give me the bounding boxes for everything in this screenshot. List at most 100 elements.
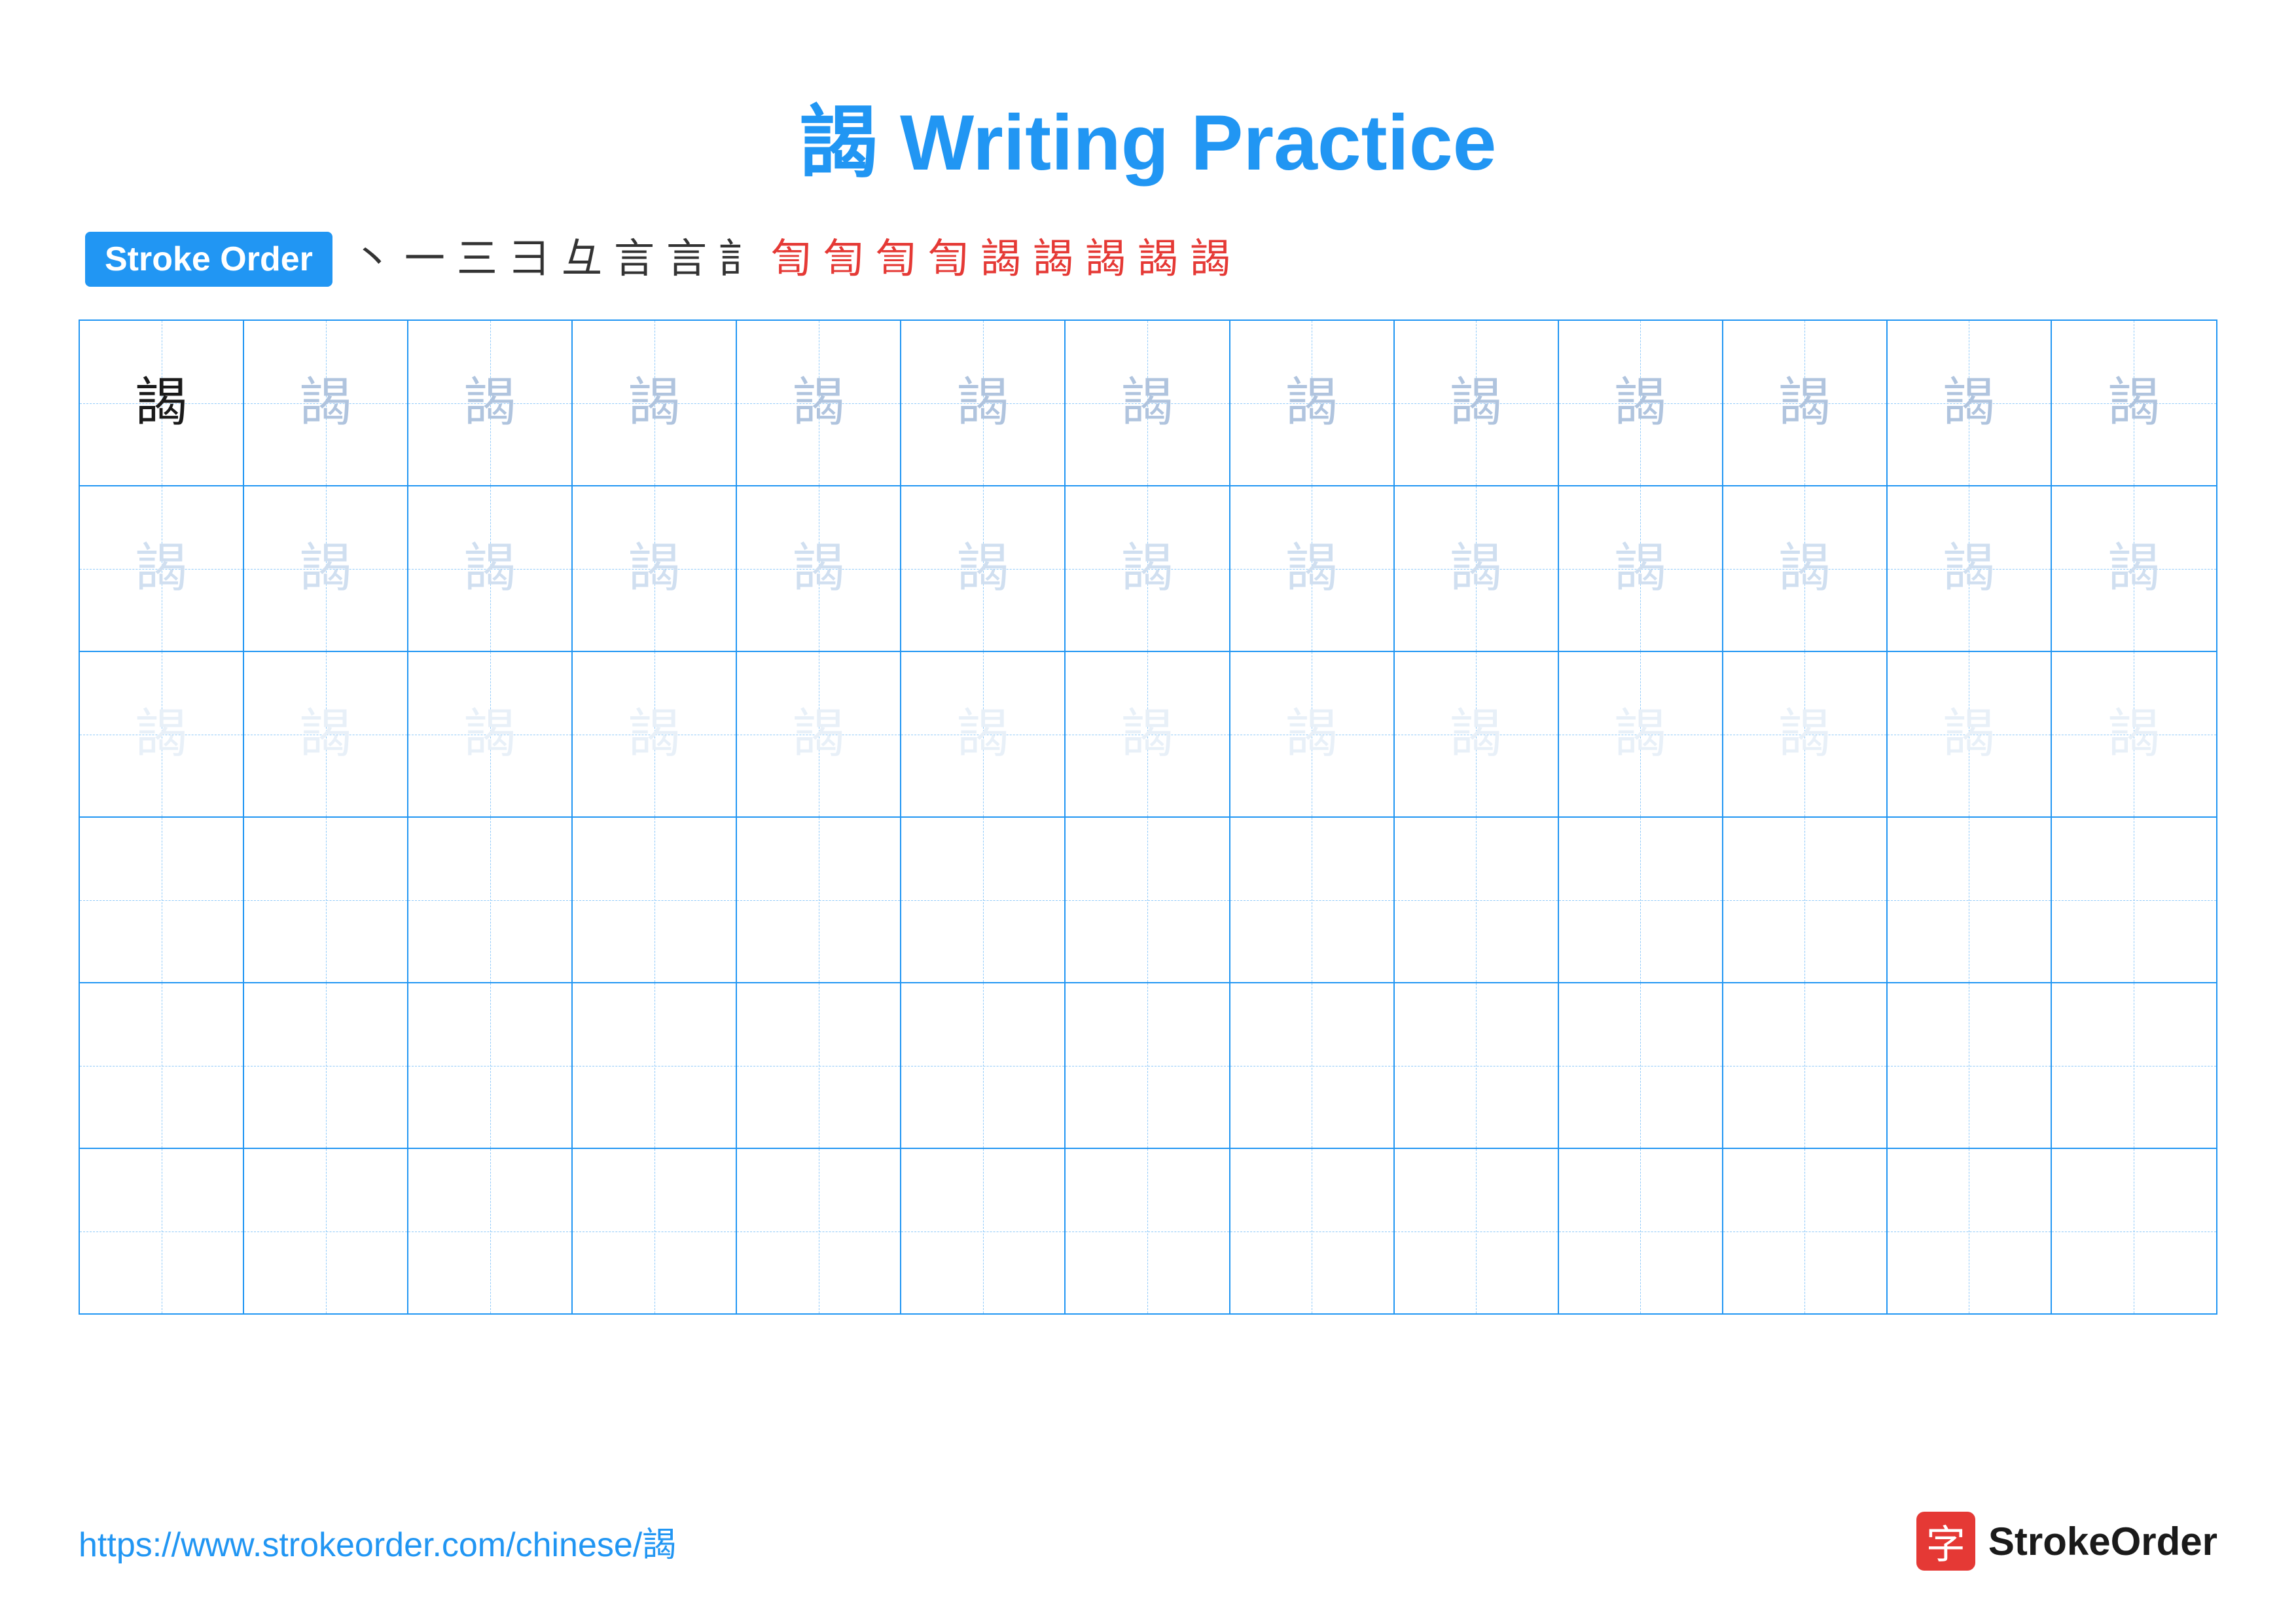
stroke-step-9: 訇 [771,239,812,280]
grid-cell-2-12[interactable]: 謁 [1888,486,2052,651]
page: 謁 Writing Practice Stroke Order 丶 一 三 彐 … [0,0,2296,1623]
grid-cell-2-2[interactable]: 謁 [244,486,408,651]
grid-cell-2-6[interactable]: 謁 [901,486,1066,651]
grid-cell-5-11[interactable] [1723,983,1888,1148]
grid-cell-4-3[interactable] [408,818,573,982]
char-display: 謁 [1285,543,1338,595]
char-display: 謁 [300,708,352,761]
grid-cell-3-2[interactable]: 謁 [244,652,408,816]
grid-cell-1-8[interactable]: 謁 [1230,321,1395,485]
char-display: 謁 [1121,377,1174,429]
char-display: 謁 [135,708,188,761]
grid-cell-5-10[interactable] [1559,983,1723,1148]
grid-cell-2-5[interactable]: 謁 [737,486,901,651]
grid-cell-2-4[interactable]: 謁 [573,486,737,651]
grid-cell-1-13[interactable]: 謁 [2052,321,2216,485]
grid-cell-4-8[interactable] [1230,818,1395,982]
grid-cell-4-2[interactable] [244,818,408,982]
grid-cell-6-6[interactable] [901,1149,1066,1313]
grid-cell-4-1[interactable] [80,818,244,982]
grid-row-4 [80,818,2216,983]
grid-cell-4-4[interactable] [573,818,737,982]
page-title: 謁 Writing Practice [800,99,1497,187]
grid-cell-1-10[interactable]: 謁 [1559,321,1723,485]
grid-cell-4-5[interactable] [737,818,901,982]
grid-cell-3-1[interactable]: 謁 [80,652,244,816]
grid-cell-2-9[interactable]: 謁 [1395,486,1559,651]
grid-cell-4-7[interactable] [1066,818,1230,982]
grid-cell-3-9[interactable]: 謁 [1395,652,1559,816]
grid-cell-4-9[interactable] [1395,818,1559,982]
grid-cell-3-10[interactable]: 謁 [1559,652,1723,816]
grid-cell-6-2[interactable] [244,1149,408,1313]
grid-cell-6-7[interactable] [1066,1149,1230,1313]
grid-cell-4-13[interactable] [2052,818,2216,982]
stroke-step-7: 言 [666,239,707,280]
grid-cell-3-6[interactable]: 謁 [901,652,1066,816]
grid-cell-6-3[interactable] [408,1149,573,1313]
char-display: 謁 [1778,543,1831,595]
grid-cell-1-6[interactable]: 謁 [901,321,1066,485]
char-display: 謁 [1778,708,1831,761]
grid-cell-5-1[interactable] [80,983,244,1148]
grid-cell-6-11[interactable] [1723,1149,1888,1313]
grid-cell-2-3[interactable]: 謁 [408,486,573,651]
grid-cell-6-8[interactable] [1230,1149,1395,1313]
grid-cell-3-13[interactable]: 謁 [2052,652,2216,816]
stroke-step-3: 三 [457,239,497,280]
grid-cell-2-1[interactable]: 謁 [80,486,244,651]
char-display: 謁 [793,708,845,761]
grid-cell-3-11[interactable]: 謁 [1723,652,1888,816]
grid-cell-5-12[interactable] [1888,983,2052,1148]
grid-cell-5-5[interactable] [737,983,901,1148]
grid-cell-1-3[interactable]: 謁 [408,321,573,485]
char-display: 謁 [135,543,188,595]
grid-cell-4-11[interactable] [1723,818,1888,982]
grid-cell-1-2[interactable]: 謁 [244,321,408,485]
grid-cell-1-12[interactable]: 謁 [1888,321,2052,485]
grid-cell-5-13[interactable] [2052,983,2216,1148]
grid-cell-6-4[interactable] [573,1149,737,1313]
grid-cell-6-10[interactable] [1559,1149,1723,1313]
grid-cell-4-12[interactable] [1888,818,2052,982]
grid-cell-3-7[interactable]: 謁 [1066,652,1230,816]
grid-cell-3-3[interactable]: 謁 [408,652,573,816]
grid-cell-2-10[interactable]: 謁 [1559,486,1723,651]
grid-cell-2-13[interactable]: 謁 [2052,486,2216,651]
char-display: 謁 [957,708,1009,761]
grid-cell-1-5[interactable]: 謁 [737,321,901,485]
grid-cell-3-8[interactable]: 謁 [1230,652,1395,816]
grid-cell-1-1[interactable]: 謁 [80,321,244,485]
grid-cell-6-1[interactable] [80,1149,244,1313]
char-display: 謁 [2108,377,2160,429]
grid-cell-3-5[interactable]: 謁 [737,652,901,816]
grid-cell-6-9[interactable] [1395,1149,1559,1313]
grid-cell-2-11[interactable]: 謁 [1723,486,1888,651]
grid-cell-5-9[interactable] [1395,983,1559,1148]
grid-cell-5-8[interactable] [1230,983,1395,1148]
grid-cell-6-13[interactable] [2052,1149,2216,1313]
grid-cell-5-4[interactable] [573,983,737,1148]
grid-cell-1-11[interactable]: 謁 [1723,321,1888,485]
grid-cell-3-12[interactable]: 謁 [1888,652,2052,816]
char-display: 謁 [957,377,1009,429]
char-display: 謁 [2108,543,2160,595]
grid-cell-5-6[interactable] [901,983,1066,1148]
grid-cell-4-6[interactable] [901,818,1066,982]
char-display: 謁 [464,543,516,595]
grid-cell-1-7[interactable]: 謁 [1066,321,1230,485]
grid-cell-1-9[interactable]: 謁 [1395,321,1559,485]
grid-cell-1-4[interactable]: 謁 [573,321,737,485]
char-display: 謁 [464,708,516,761]
grid-cell-2-7[interactable]: 謁 [1066,486,1230,651]
char-display: 謁 [300,377,352,429]
grid-cell-3-4[interactable]: 謁 [573,652,737,816]
grid-cell-6-12[interactable] [1888,1149,2052,1313]
grid-cell-6-5[interactable] [737,1149,901,1313]
grid-cell-5-2[interactable] [244,983,408,1148]
grid-cell-2-8[interactable]: 謁 [1230,486,1395,651]
grid-cell-5-3[interactable] [408,983,573,1148]
grid-cell-4-10[interactable] [1559,818,1723,982]
logo-text: StrokeOrder [1988,1519,2217,1564]
grid-cell-5-7[interactable] [1066,983,1230,1148]
